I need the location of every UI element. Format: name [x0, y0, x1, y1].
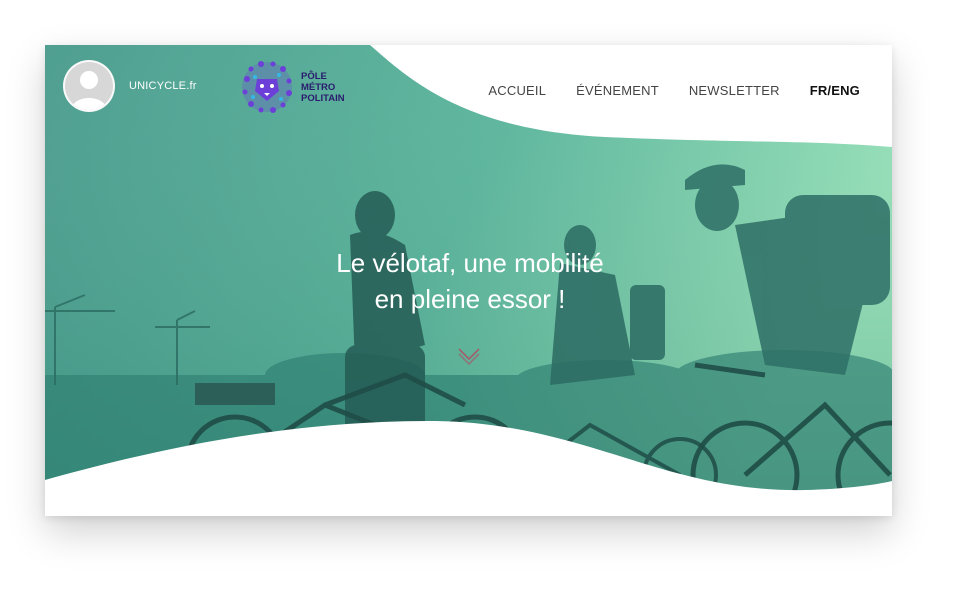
site-name-link[interactable]: UNICYCLE.fr — [129, 80, 197, 92]
lion-logo-icon — [242, 61, 292, 113]
header-brand: UNICYCLE.fr — [63, 60, 197, 112]
user-avatar[interactable] — [63, 60, 115, 112]
nav-accueil[interactable]: ACCUEIL — [488, 83, 546, 98]
page-card: UNICYCLE.fr PÔLE MÉTRO POLITAIN ACCUEIL … — [45, 45, 892, 516]
main-nav: ACCUEIL ÉVÉNEMENT NEWSLETTER FR/ENG — [458, 83, 860, 98]
nav-newsletter[interactable]: NEWSLETTER — [689, 83, 780, 98]
avatar-silhouette-icon — [71, 71, 107, 110]
chevron-down-icon[interactable] — [456, 343, 482, 367]
language-switch[interactable]: FR/ENG — [810, 83, 860, 98]
hero-title-line-2: en pleine essor ! — [374, 284, 566, 314]
pole-metropolitain-logo[interactable]: PÔLE MÉTRO POLITAIN — [239, 59, 345, 115]
hero-title-line-1: Le vélotaf, une mobilité — [336, 248, 604, 278]
hero-title: Le vélotaf, une mobilité en pleine essor… — [245, 245, 695, 317]
nav-evenement[interactable]: ÉVÉNEMENT — [576, 83, 659, 98]
logo-wordmark: PÔLE MÉTRO POLITAIN — [301, 70, 345, 104]
